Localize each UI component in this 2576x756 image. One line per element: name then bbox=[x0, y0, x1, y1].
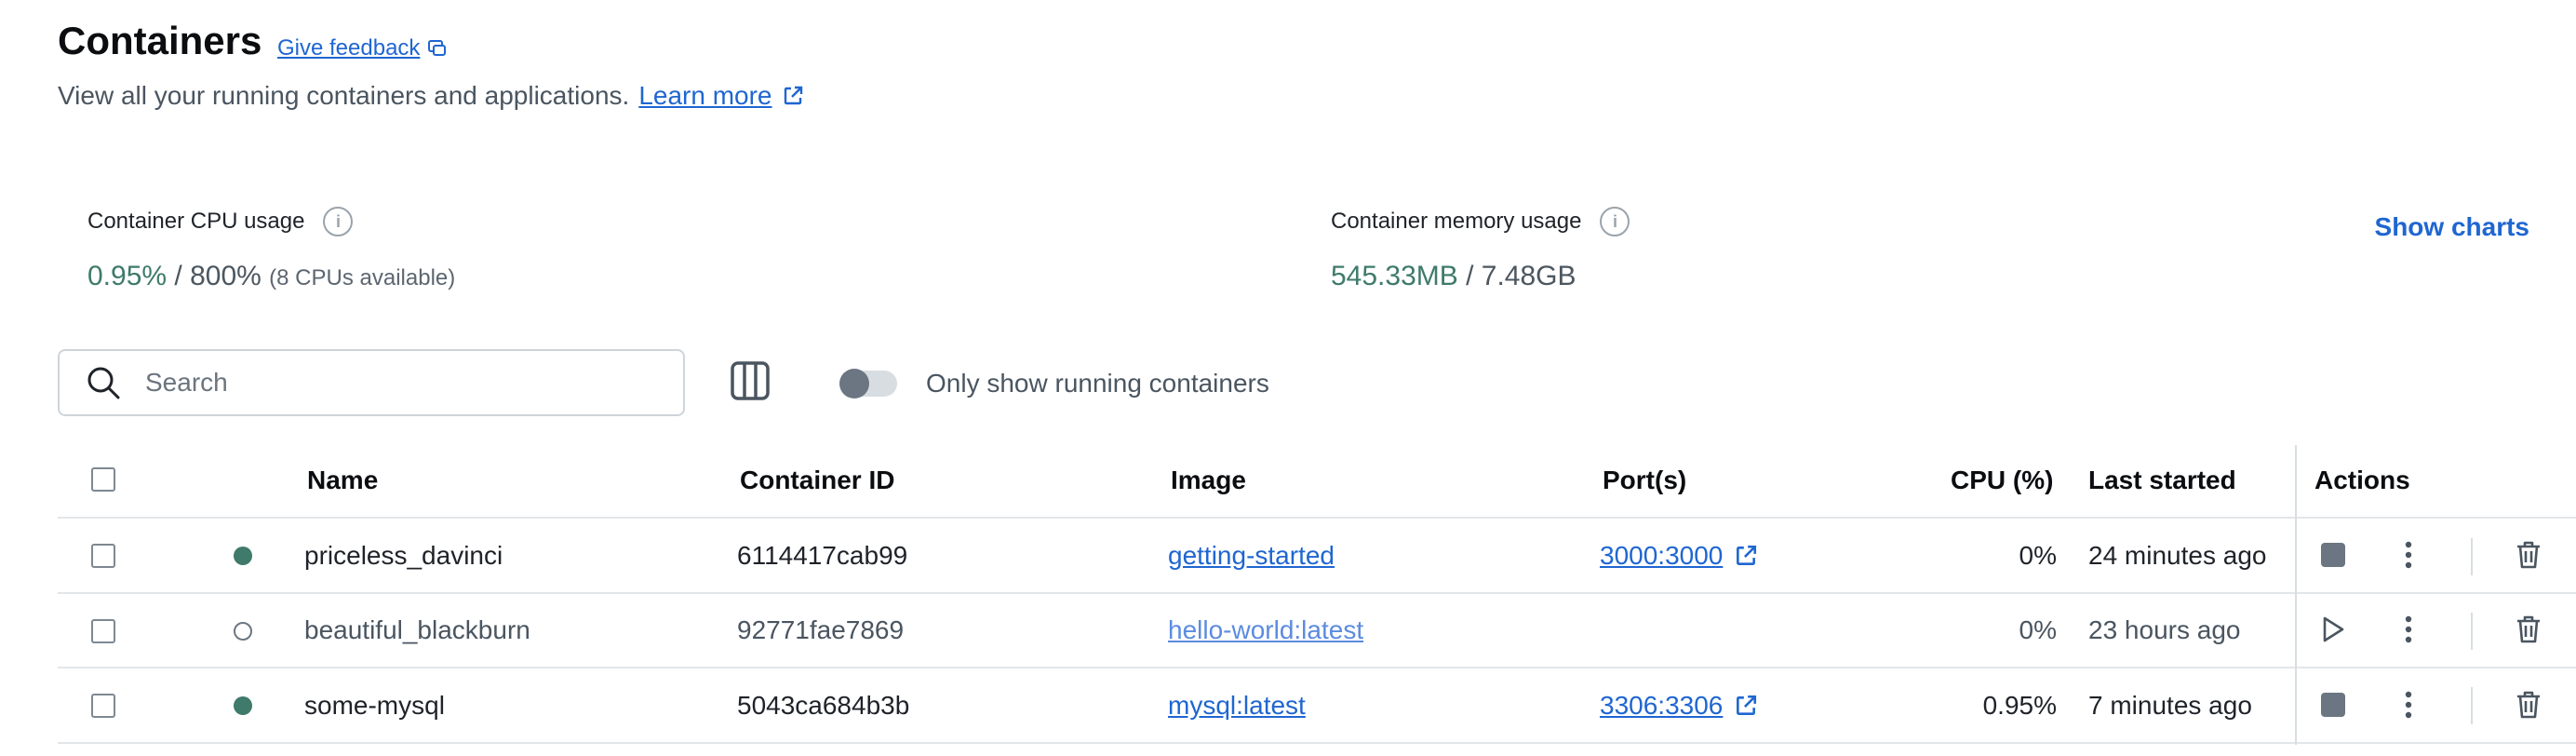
memory-used: 545.33MB bbox=[1331, 261, 1458, 291]
cpu-usage-value: 0.95% / 800% (8 CPUs available) bbox=[87, 261, 455, 292]
column-settings-button[interactable] bbox=[730, 360, 771, 401]
container-name[interactable]: some-mysql bbox=[304, 691, 445, 721]
column-header-name[interactable]: Name bbox=[307, 466, 378, 495]
give-feedback-label: Give feedback bbox=[277, 35, 421, 61]
info-icon[interactable]: i bbox=[1600, 207, 1630, 236]
play-icon bbox=[2323, 616, 2344, 642]
toggle-knob bbox=[839, 369, 869, 398]
feedback-icon bbox=[428, 40, 447, 56]
trash-icon bbox=[2517, 691, 2540, 719]
container-id: 92771fae7869 bbox=[737, 615, 905, 644]
actions-divider bbox=[2471, 538, 2473, 575]
subtitle-text: View all your running containers and app… bbox=[58, 81, 630, 110]
memory-usage-title: Container memory usage bbox=[1331, 209, 1582, 234]
last-started: 24 minutes ago bbox=[2088, 541, 2267, 570]
cpu-usage-title: Container CPU usage bbox=[87, 209, 305, 234]
memory-total: 7.48GB bbox=[1481, 261, 1576, 291]
status-stopped-dot bbox=[234, 622, 252, 641]
show-charts-button[interactable]: Show charts bbox=[2375, 212, 2529, 242]
row-divider bbox=[58, 517, 2576, 519]
row-checkbox[interactable] bbox=[91, 544, 115, 568]
cpu-used: 0.95% bbox=[87, 261, 168, 291]
image-link[interactable]: hello-world:latest bbox=[1168, 615, 1363, 645]
columns-icon bbox=[731, 361, 770, 400]
search-input[interactable] bbox=[143, 367, 650, 398]
column-header-image[interactable]: Image bbox=[1171, 466, 1246, 495]
give-feedback-link[interactable]: Give feedback bbox=[277, 35, 448, 61]
memory-usage-value: 545.33MB / 7.48GB bbox=[1331, 261, 1576, 292]
column-header-container-id[interactable]: Container ID bbox=[740, 466, 894, 495]
cpu-percent: 0% bbox=[2019, 615, 2057, 644]
row-divider bbox=[58, 592, 2576, 594]
cpu-total: 800% bbox=[190, 261, 262, 291]
memory-separator: / bbox=[1457, 261, 1482, 291]
status-running-dot bbox=[234, 547, 252, 565]
external-link-icon bbox=[1737, 695, 1757, 715]
column-header-last-started[interactable]: Last started bbox=[2088, 466, 2236, 495]
row-divider bbox=[58, 667, 2576, 668]
more-vertical-icon bbox=[2405, 541, 2412, 569]
column-header-cpu[interactable]: CPU (%) bbox=[1951, 466, 2053, 495]
delete-button[interactable] bbox=[2510, 686, 2547, 723]
cpu-percent: 0.95% bbox=[1982, 691, 2057, 720]
select-all-checkbox[interactable] bbox=[91, 467, 115, 492]
column-header-ports[interactable]: Port(s) bbox=[1603, 466, 1686, 495]
search-icon bbox=[87, 367, 120, 399]
container-id: 5043ca684b3b bbox=[737, 691, 910, 720]
container-name[interactable]: priceless_davinci bbox=[304, 541, 503, 571]
more-options-button[interactable] bbox=[2390, 611, 2427, 648]
running-only-toggle[interactable] bbox=[839, 369, 897, 398]
stop-icon bbox=[2321, 693, 2345, 717]
cpu-separator: / bbox=[167, 261, 191, 291]
actions-divider bbox=[2471, 613, 2473, 650]
running-only-label: Only show running containers bbox=[926, 369, 1269, 398]
learn-more-link[interactable]: Learn more bbox=[638, 81, 803, 111]
external-link-icon bbox=[1737, 545, 1757, 565]
port-link[interactable]: 3306:3306 bbox=[1600, 691, 1758, 721]
trash-icon bbox=[2517, 615, 2540, 643]
column-header-actions: Actions bbox=[2314, 466, 2410, 494]
cpu-note: (8 CPUs available) bbox=[269, 265, 456, 290]
port-label: 3306:3306 bbox=[1600, 691, 1724, 720]
delete-button[interactable] bbox=[2510, 611, 2547, 648]
external-link-icon bbox=[784, 86, 802, 105]
actions-column-divider bbox=[2295, 445, 2297, 745]
last-started: 23 hours ago bbox=[2088, 615, 2241, 644]
row-checkbox[interactable] bbox=[91, 694, 115, 718]
learn-more-label: Learn more bbox=[638, 81, 772, 110]
stop-icon bbox=[2321, 543, 2345, 567]
last-started: 7 minutes ago bbox=[2088, 691, 2252, 720]
port-label: 3000:3000 bbox=[1600, 541, 1724, 570]
row-checkbox[interactable] bbox=[91, 619, 115, 643]
container-id: 6114417cab99 bbox=[737, 541, 908, 570]
delete-button[interactable] bbox=[2510, 536, 2547, 574]
more-vertical-icon bbox=[2405, 615, 2412, 643]
more-options-button[interactable] bbox=[2390, 536, 2427, 574]
memory-usage-label: Container memory usage i bbox=[1331, 207, 1630, 236]
stop-button[interactable] bbox=[2314, 536, 2352, 574]
status-running-dot bbox=[234, 696, 252, 715]
page-title: Containers bbox=[58, 19, 262, 62]
trash-icon bbox=[2517, 541, 2540, 569]
row-divider bbox=[58, 742, 2576, 744]
container-name[interactable]: beautiful_blackburn bbox=[304, 615, 530, 645]
start-button[interactable] bbox=[2314, 611, 2352, 648]
cpu-usage-label: Container CPU usage i bbox=[87, 207, 354, 236]
more-vertical-icon bbox=[2405, 691, 2412, 719]
page-subtitle: View all your running containers and app… bbox=[58, 81, 804, 111]
stop-button[interactable] bbox=[2314, 686, 2352, 723]
cpu-percent: 0% bbox=[2019, 541, 2057, 570]
info-icon[interactable]: i bbox=[323, 207, 354, 236]
port-link[interactable]: 3000:3000 bbox=[1600, 541, 1758, 571]
actions-divider bbox=[2471, 687, 2473, 724]
more-options-button[interactable] bbox=[2390, 686, 2427, 723]
search-box[interactable] bbox=[58, 349, 685, 416]
image-link[interactable]: getting-started bbox=[1168, 541, 1335, 571]
image-link[interactable]: mysql:latest bbox=[1168, 691, 1306, 721]
